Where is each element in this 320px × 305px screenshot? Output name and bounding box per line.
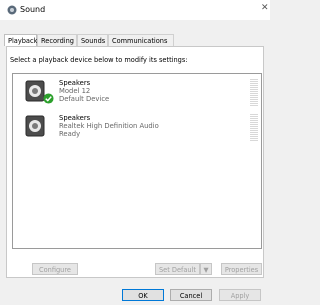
- device-text: Speakers Model 12 Default Device: [59, 79, 109, 103]
- device-item[interactable]: Speakers Realtek High Definition Audio R…: [13, 111, 261, 145]
- speaker-device-icon: [25, 115, 45, 137]
- window-title: Sound: [20, 5, 46, 14]
- device-text: Speakers Realtek High Definition Audio R…: [59, 114, 159, 138]
- set-default-button[interactable]: Set Default: [155, 263, 200, 275]
- tab-sounds[interactable]: Sounds: [77, 34, 108, 46]
- ok-button[interactable]: OK: [122, 289, 164, 301]
- instruction-text: Select a playback device below to modify…: [10, 56, 188, 64]
- tab-recording[interactable]: Recording: [37, 34, 77, 46]
- volume-meter: [250, 114, 258, 142]
- device-name: Speakers: [59, 79, 91, 87]
- chevron-down-icon[interactable]: ▼: [200, 263, 212, 275]
- configure-button[interactable]: Configure: [32, 263, 78, 275]
- device-status: Default Device: [59, 95, 110, 103]
- device-item[interactable]: Speakers Model 12 Default Device: [13, 76, 261, 110]
- default-check-icon: [43, 93, 54, 104]
- device-model: Model 12: [59, 87, 91, 95]
- title-bar: Sound ✕: [0, 0, 270, 20]
- speaker-icon: [7, 5, 17, 15]
- volume-meter: [250, 79, 258, 107]
- tab-playback[interactable]: Playback: [4, 34, 37, 46]
- cancel-button[interactable]: Cancel: [170, 289, 212, 301]
- tab-communications[interactable]: Communications: [108, 34, 174, 46]
- device-model: Realtek High Definition Audio: [59, 122, 159, 130]
- close-icon[interactable]: ✕: [261, 3, 269, 13]
- properties-button[interactable]: Properties: [221, 263, 262, 275]
- device-status: Ready: [59, 130, 81, 138]
- device-list[interactable]: Speakers Model 12 Default Device Speaker…: [12, 73, 262, 249]
- apply-button[interactable]: Apply: [219, 289, 261, 301]
- device-name: Speakers: [59, 114, 91, 122]
